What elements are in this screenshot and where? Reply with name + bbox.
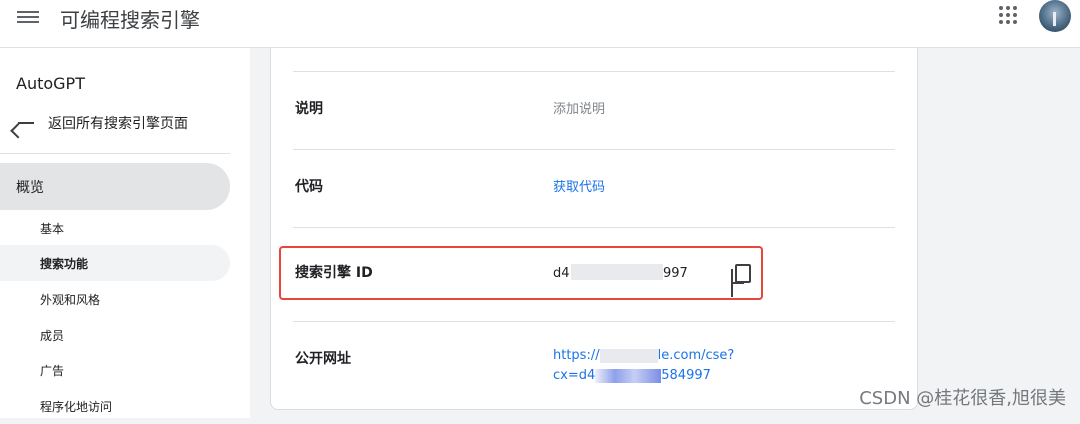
menu-icon[interactable] — [17, 8, 39, 26]
public-url-line2-start: cx=d4 — [553, 368, 595, 383]
copy-icon[interactable] — [731, 264, 749, 284]
divider — [0, 153, 230, 154]
nav-item-look-and-feel[interactable]: 外观和风格 — [0, 281, 230, 317]
nav-item-search-features[interactable]: 搜索功能 — [0, 245, 230, 281]
back-to-all-engines-link[interactable]: 返回所有搜索引擎页面 — [16, 111, 188, 135]
description-value[interactable]: 添加说明 — [553, 98, 605, 117]
avatar[interactable] — [1039, 0, 1071, 32]
divider — [293, 321, 895, 322]
apps-grid-icon[interactable] — [999, 6, 1017, 24]
public-url-line1-end: le.com/cse? — [658, 348, 735, 363]
divider — [293, 149, 895, 150]
search-engine-id-label: 搜索引擎 ID — [295, 262, 373, 282]
nav-item-ads[interactable]: 广告 — [0, 352, 230, 388]
sidebar: AutoGPT 返回所有搜索引擎页面 概览 基本 搜索功能 外观和风格 成员 广… — [0, 48, 250, 418]
public-url-line1-start: https:// — [553, 348, 600, 363]
divider — [293, 227, 895, 228]
public-url-line2-end: 584997 — [661, 368, 711, 383]
public-url-label: 公开网址 — [295, 348, 351, 368]
top-app-bar: 可编程搜索引擎 — [0, 0, 1080, 48]
search-engine-id-suffix: 997 — [663, 266, 688, 281]
overview-card: 说明 添加说明 代码 获取代码 搜索引擎 ID d4 997 公开网址 http… — [270, 48, 918, 410]
arrow-back-icon — [16, 113, 36, 133]
app-title: 可编程搜索引擎 — [60, 4, 200, 33]
nav-overview[interactable]: 概览 — [0, 163, 230, 210]
watermark: CSDN @桂花很香,旭很美 — [859, 384, 1066, 410]
nav-item-programmatic-access[interactable]: 程序化地访问 — [0, 388, 230, 424]
project-name: AutoGPT — [16, 74, 85, 93]
code-label: 代码 — [295, 176, 323, 196]
public-url-link[interactable]: https:// le.com/cse? cx=d4 584997 — [553, 346, 734, 386]
get-code-link[interactable]: 获取代码 — [553, 176, 605, 195]
redaction-mask — [571, 264, 663, 280]
back-label: 返回所有搜索引擎页面 — [48, 113, 188, 133]
divider — [293, 71, 895, 72]
search-engine-id-prefix: d4 — [553, 266, 570, 281]
description-label: 说明 — [295, 98, 323, 118]
nav-item-basic[interactable]: 基本 — [0, 210, 230, 246]
redaction-mask — [600, 349, 658, 363]
redaction-mask — [595, 369, 661, 383]
nav-item-members[interactable]: 成员 — [0, 317, 230, 353]
